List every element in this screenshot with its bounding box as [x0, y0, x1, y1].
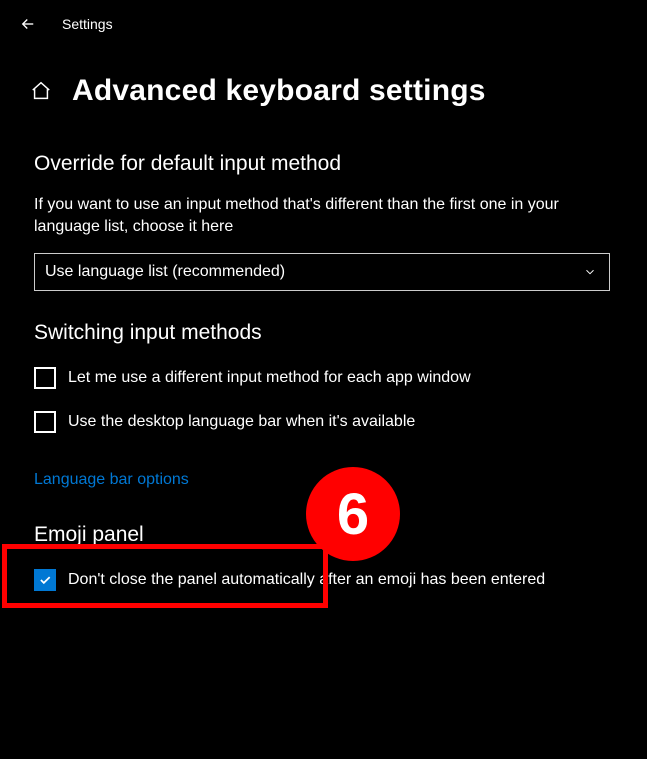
desktop-language-bar-label: Use the desktop language bar when it's a… — [68, 413, 415, 431]
desktop-language-bar-option[interactable]: Use the desktop language bar when it's a… — [34, 411, 613, 433]
back-button[interactable] — [18, 14, 38, 34]
section-emoji: Emoji panel Don't close the panel automa… — [0, 523, 647, 591]
dropdown-value: Use language list (recommended) — [45, 263, 285, 281]
checkbox-checked[interactable] — [34, 569, 56, 591]
language-bar-options-link[interactable]: Language bar options — [34, 471, 189, 489]
section-switching: Switching input methods Let me use a dif… — [0, 321, 647, 489]
page-title: Advanced keyboard settings — [72, 74, 486, 108]
emoji-title: Emoji panel — [34, 523, 613, 547]
home-button[interactable] — [30, 80, 52, 102]
page-header: Advanced keyboard settings — [0, 34, 647, 134]
per-app-input-method-option[interactable]: Let me use a different input method for … — [34, 367, 613, 389]
home-icon — [30, 80, 52, 102]
topbar: Settings — [0, 0, 647, 34]
chevron-down-icon — [583, 265, 597, 279]
emoji-dont-close-label: Don't close the panel automatically afte… — [68, 571, 545, 589]
override-description: If you want to use an input method that'… — [34, 194, 594, 239]
section-override: Override for default input method If you… — [0, 152, 647, 291]
emoji-dont-close-option[interactable]: Don't close the panel automatically afte… — [34, 569, 613, 591]
checkbox-unchecked[interactable] — [34, 367, 56, 389]
per-app-input-method-label: Let me use a different input method for … — [68, 369, 471, 387]
topbar-title: Settings — [62, 16, 113, 32]
switching-title: Switching input methods — [34, 321, 613, 345]
override-title: Override for default input method — [34, 152, 613, 176]
checkbox-unchecked[interactable] — [34, 411, 56, 433]
checkmark-icon — [38, 573, 52, 587]
back-arrow-icon — [19, 15, 37, 33]
default-input-method-dropdown[interactable]: Use language list (recommended) — [34, 253, 610, 291]
